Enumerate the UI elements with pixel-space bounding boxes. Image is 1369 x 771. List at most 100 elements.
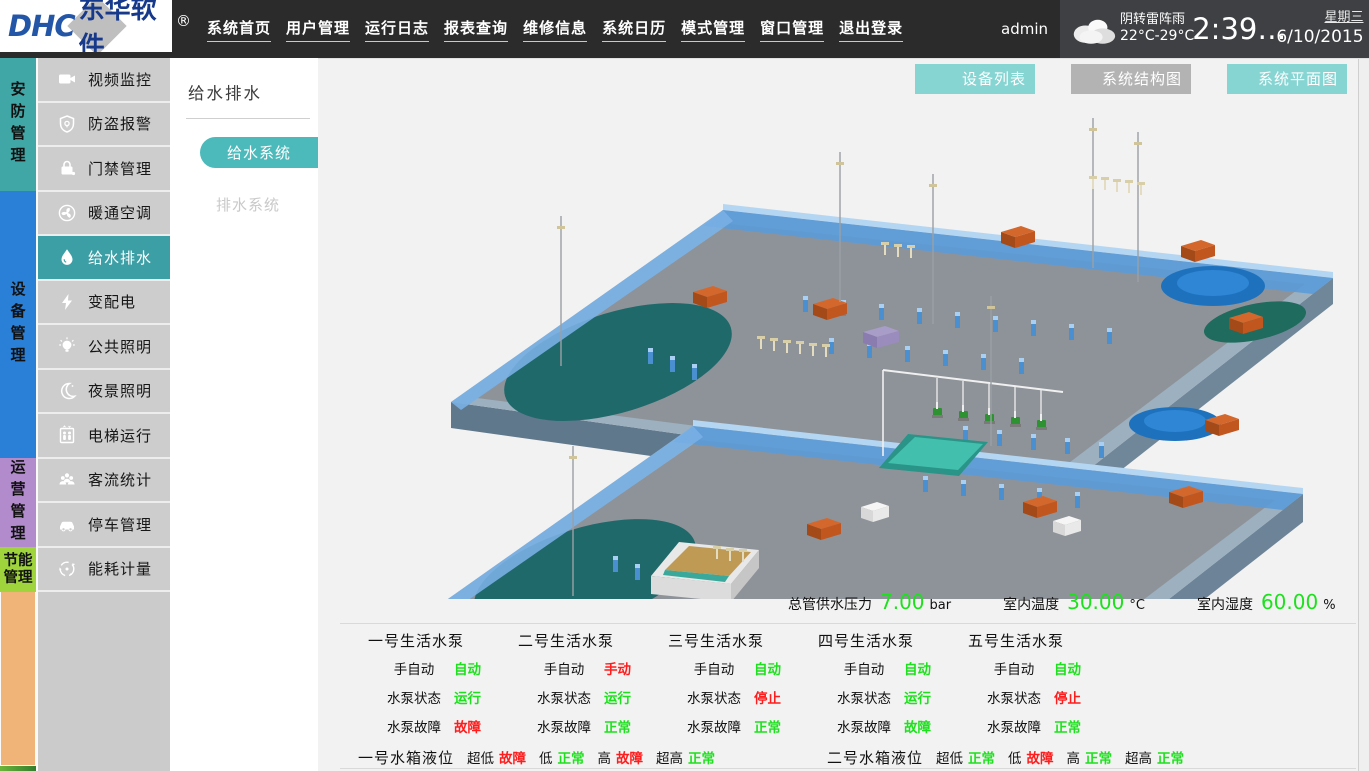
car-icon (57, 514, 77, 534)
tank-level: 高故障 (598, 747, 644, 767)
nav-item-windows[interactable]: 窗口管理 (760, 17, 824, 42)
sidebar-item-label: 防盗报警 (88, 113, 152, 134)
nav-item-users[interactable]: 用户管理 (286, 17, 350, 42)
date-block: 星期三 6/10/2015 (1276, 10, 1363, 49)
building-3d-view (363, 94, 1363, 599)
pump-row-label: 手自动 (384, 660, 444, 680)
fan-icon (57, 203, 77, 223)
level-label: 低 (539, 751, 553, 767)
sidebar-item-passenger-flow[interactable]: 客流统计 (38, 459, 170, 504)
sidebar-item-energy-metering[interactable]: 能耗计量 (38, 548, 170, 593)
energy-meter-icon (57, 559, 77, 579)
pump-row-value: 故障 (454, 718, 481, 738)
level-label: 超高 (1125, 751, 1152, 767)
nav-item-maintenance[interactable]: 维修信息 (523, 17, 587, 42)
sidebar-item-label: 公共照明 (88, 336, 152, 357)
sidebar-item-public-lighting[interactable]: 公共照明 (38, 325, 170, 370)
category-security: 安防管理 (0, 58, 36, 191)
level-label: 超高 (656, 751, 683, 767)
metric-label: 室内温度 (1003, 594, 1059, 614)
tank-level: 高正常 (1067, 747, 1113, 767)
pump-name: 四号生活水泵 (818, 630, 958, 651)
cloud-icon (1068, 13, 1118, 46)
divider (340, 623, 1356, 624)
pump-row-value: 正常 (1054, 718, 1081, 738)
nav-item-logout[interactable]: 退出登录 (839, 17, 903, 42)
device-list-button[interactable]: 设备列表 (915, 64, 1035, 94)
tank-name: 二号水箱液位 (827, 747, 923, 768)
system-floorplan-button[interactable]: 系统平面图 (1227, 64, 1347, 94)
category-label: 运营管理 (8, 459, 29, 547)
scrollbar-track[interactable] (1358, 59, 1369, 771)
pump-row-value: 运行 (604, 689, 631, 709)
category-equipment: 设备管理 (0, 191, 36, 458)
weather-text: 阴转雷阵雨 22°C-29°C (1120, 12, 1194, 46)
sidebar-item-elevator[interactable]: 电梯运行 (38, 414, 170, 459)
pump-row-value: 停止 (754, 689, 781, 709)
metric-value: 60.00 (1261, 590, 1318, 614)
metric-indoor-temperature: 室内温度 30.00 °C (1003, 590, 1145, 614)
pump-row-label: 水泵状态 (984, 689, 1044, 709)
sidebar-item-label: 电梯运行 (88, 425, 152, 446)
bottom-green-strip (0, 766, 38, 771)
sidebar-item-water-supply-drainage[interactable]: 给水排水 (38, 236, 170, 281)
submenu-item-water-supply-system[interactable]: 给水系统 (200, 137, 318, 168)
pump-status-panel: 一号生活水泵 手自动自动 水泵状态运行 水泵故障故障 二号生活水泵 手自动手动 … (358, 630, 1108, 738)
pump-row-value: 正常 (754, 718, 781, 738)
level-value: 正常 (1157, 751, 1184, 767)
nav-item-reports[interactable]: 报表查询 (444, 17, 508, 42)
sidebar-item-parking[interactable]: 停车管理 (38, 503, 170, 548)
main-content: 设备列表 系统结构图 系统平面图 (318, 58, 1369, 771)
tank-level: 低正常 (539, 747, 585, 767)
pump-row-value: 手动 (604, 660, 631, 680)
weather-condition: 阴转雷阵雨 (1120, 12, 1194, 28)
tank-level: 低故障 (1008, 747, 1054, 767)
nav-item-calendar[interactable]: 系统日历 (602, 17, 666, 42)
nav-item-modes[interactable]: 模式管理 (681, 17, 745, 42)
sidebar-item-night-lighting[interactable]: 夜景照明 (38, 370, 170, 415)
sidebar-item-label: 变配电 (88, 291, 136, 312)
metric-unit: bar (930, 598, 952, 613)
pump-row-value: 停止 (1054, 689, 1081, 709)
sidebar-item-label: 门禁管理 (88, 158, 152, 179)
elevator-icon (57, 425, 77, 445)
weekday-label: 星期三 (1325, 10, 1364, 27)
sidebar-item-hvac[interactable]: 暖通空调 (38, 192, 170, 237)
submenu-panel: 给水排水 给水系统 排水系统 (170, 58, 318, 771)
tank-level-row: 一号水箱液位 超低故障 低正常 高故障 超高正常 二号水箱液位 超低正常 低故障… (358, 747, 1184, 768)
level-label: 超低 (467, 751, 494, 767)
metric-unit: °C (1129, 598, 1145, 613)
logo-company-name: 东华软件 (79, 0, 172, 52)
category-label: 设备管理 (8, 281, 29, 369)
pump-row-label: 水泵故障 (534, 718, 594, 738)
system-structure-button[interactable]: 系统结构图 (1071, 64, 1191, 94)
metric-value: 7.00 (880, 590, 925, 614)
date-label: 6/10/2015 (1276, 26, 1363, 48)
sidebar-item-video-surveillance[interactable]: 视频监控 (38, 58, 170, 103)
pump-row-label: 水泵状态 (834, 689, 894, 709)
water-drop-icon (57, 247, 77, 267)
nav-item-home[interactable]: 系统首页 (207, 17, 271, 42)
pump-column-1: 一号生活水泵 手自动自动 水泵状态运行 水泵故障故障 (358, 630, 508, 738)
submenu-title: 给水排水 (188, 80, 318, 104)
category-strip: 安防管理 设备管理 运营管理 节能管理 (0, 58, 36, 771)
submenu-item-drainage-system[interactable]: 排水系统 (216, 194, 318, 215)
logo-brand: DHC (8, 9, 75, 43)
sidebar-item-access-control[interactable]: 门禁管理 (38, 147, 170, 192)
sidebar-item-power-distribution[interactable]: 变配电 (38, 281, 170, 326)
lightning-icon (57, 292, 77, 312)
nav-item-run-log[interactable]: 运行日志 (365, 17, 429, 42)
sidebar-item-label: 视频监控 (88, 69, 152, 90)
people-group-icon (57, 470, 77, 490)
category-operation: 运营管理 (0, 458, 36, 547)
level-value: 正常 (688, 751, 715, 767)
sidebar-menu: 视频监控 防盗报警 门禁管理 (36, 58, 170, 771)
divider (186, 118, 310, 119)
pump-column-5: 五号生活水泵 手自动自动 水泵状态停止 水泵故障正常 (958, 630, 1108, 738)
top-navigation: 系统首页 用户管理 运行日志 报表查询 维修信息 系统日历 模式管理 窗口管理 … (207, 17, 903, 42)
metric-supply-pressure: 总管供水压力 7.00 bar (788, 590, 951, 614)
sidebar-item-burglar-alarm[interactable]: 防盗报警 (38, 103, 170, 148)
view-switch-buttons: 设备列表 系统结构图 系统平面图 (915, 64, 1347, 94)
sidebar-item-label: 能耗计量 (88, 558, 152, 579)
shield-icon (57, 114, 77, 134)
